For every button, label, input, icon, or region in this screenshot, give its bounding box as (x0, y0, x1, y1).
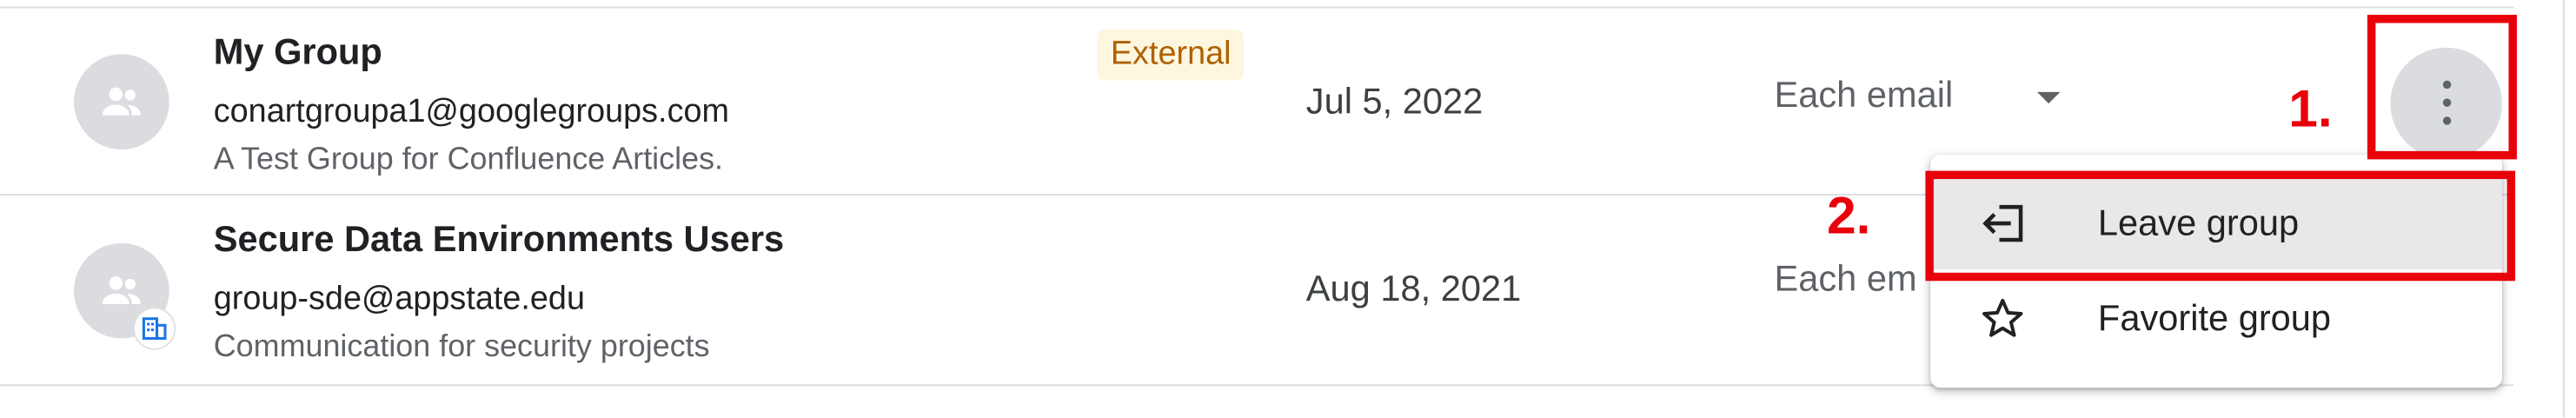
group-icon (102, 276, 141, 305)
star-outline-icon (1982, 298, 2023, 337)
annotation-box-leave-group (1925, 170, 2516, 282)
group-icon (102, 87, 141, 116)
dropdown-arrow-icon[interactable] (2034, 90, 2063, 107)
scroll-edge (2562, 0, 2565, 418)
annotation-step-2: 2. (1827, 185, 1871, 245)
joined-date: Aug 18, 2021 (1305, 268, 1522, 309)
menu-item-label: Favorite group (2097, 297, 2332, 339)
subscription-select[interactable]: Each email (1774, 74, 2061, 116)
group-description: Communication for security projects (213, 329, 710, 365)
group-email: group-sde@appstate.edu (213, 281, 585, 317)
group-name[interactable]: My Group (214, 31, 382, 74)
menu-item-favorite-group[interactable]: Favorite group (1930, 273, 2502, 365)
organization-badge (135, 309, 175, 348)
group-avatar (74, 54, 169, 150)
subscription-select[interactable]: Each em (1775, 258, 1917, 301)
annotation-box-more-button (2367, 15, 2517, 160)
groups-list: My Group External conartgroupa1@googlegr… (0, 0, 2576, 418)
building-icon (142, 317, 167, 340)
group-description: A Test Group for Confluence Articles. (213, 143, 724, 178)
group-email: conartgroupa1@googlegroups.com (213, 93, 729, 130)
group-name[interactable]: Secure Data Environments Users (214, 218, 784, 261)
joined-date: Jul 5, 2022 (1305, 80, 1484, 122)
subscription-value: Each email (1774, 74, 1954, 116)
annotation-step-1: 1. (2288, 78, 2333, 138)
external-badge: External (1097, 30, 1245, 81)
